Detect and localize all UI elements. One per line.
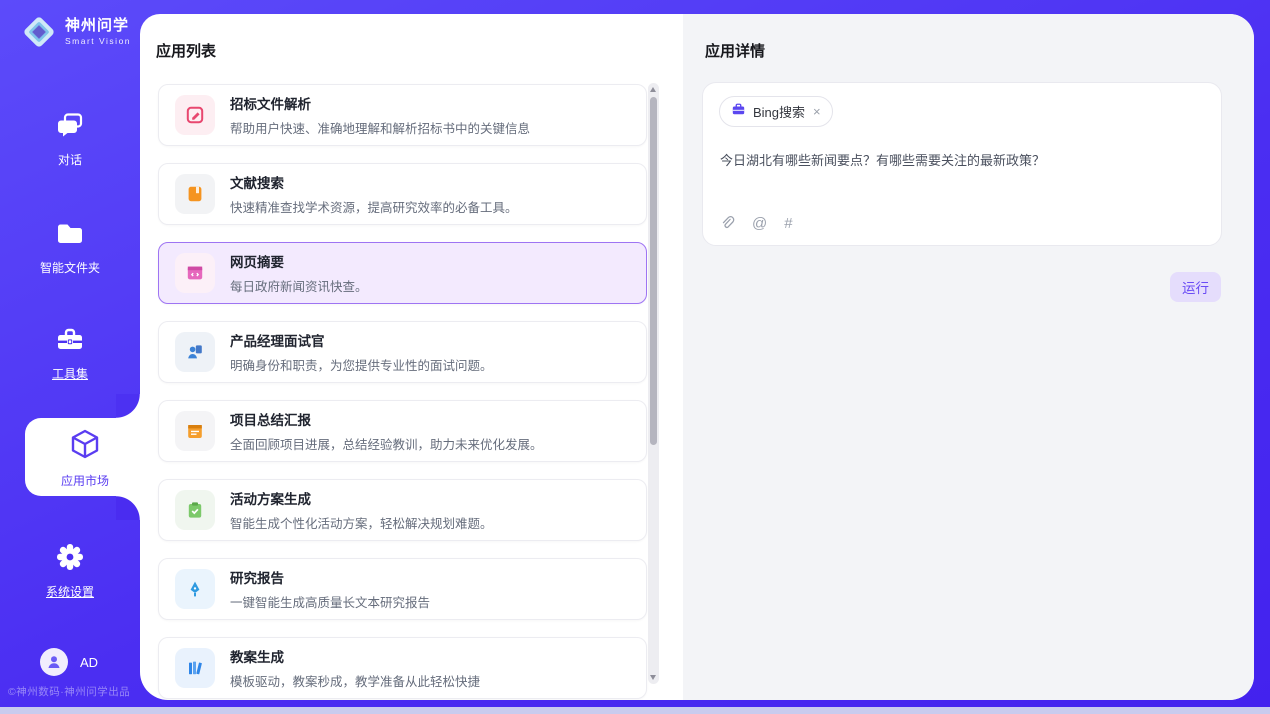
app-card-lesson-plan[interactable]: 教案生成 模板驱动，教案秒成，教学准备从此轻松快捷 — [158, 637, 647, 699]
pen-square-icon — [175, 95, 215, 135]
app-card-title: 产品经理面试官 — [230, 330, 493, 350]
close-icon[interactable]: × — [812, 104, 821, 119]
brand-title: 神州问学 — [65, 18, 131, 35]
sidebar-item-smart-folder[interactable]: 智能文件夹 — [0, 220, 140, 276]
copyright-text: ©神州数码·神州问学出品 — [8, 684, 130, 699]
calendar-icon — [175, 411, 215, 451]
mention-icon[interactable]: @ — [752, 215, 767, 232]
sidebar: 神州问学 Smart Vision 对话 智能文件夹 — [0, 0, 140, 707]
notch-bottom-curve — [116, 496, 140, 520]
gear-icon — [55, 542, 85, 577]
books-icon — [175, 648, 215, 688]
app-list-heading: 应用列表 — [156, 40, 216, 61]
run-button[interactable]: 运行 — [1170, 272, 1221, 302]
query-input[interactable]: 今日湖北有哪些新闻要点？有哪些需要关注的最新政策？ — [720, 151, 1200, 171]
app-card-bid-parse[interactable]: 招标文件解析 帮助用户快速、准确地理解和解析招标书中的关键信息 — [158, 84, 647, 146]
briefcase-icon — [731, 102, 746, 122]
app-card-desc: 每日政府新闻资讯快查。 — [230, 276, 368, 295]
app-card-title: 网页摘要 — [230, 251, 368, 271]
notch-top-curve — [116, 394, 140, 418]
tool-chip-bing-search[interactable]: Bing搜索 × — [719, 96, 833, 127]
scroll-up-arrow-icon[interactable] — [650, 87, 656, 92]
brand-diamond-icon — [20, 13, 58, 51]
cube-icon — [67, 426, 103, 467]
sidebar-item-label: 对话 — [58, 151, 82, 168]
app-list-section: 应用列表 招标文件解析 帮助用户快速、准确地理解和解析招标书中的关键信息 — [140, 14, 683, 700]
user-initials: AD — [80, 655, 98, 670]
app-card-desc: 模板驱动，教案秒成，教学准备从此轻松快捷 — [230, 671, 480, 690]
sidebar-item-label: 工具集 — [52, 365, 88, 382]
app-detail-heading: 应用详情 — [705, 40, 765, 61]
sidebar-item-chat[interactable]: 对话 — [0, 110, 140, 168]
scrollbar-thumb[interactable] — [650, 97, 657, 445]
brand-logo: 神州问学 Smart Vision — [20, 13, 131, 51]
hash-icon[interactable]: # — [784, 215, 792, 232]
app-card-desc: 一键智能生成高质量长文本研究报告 — [230, 592, 430, 611]
app-card-desc: 明确身份和职责，为您提供专业性的面试问题。 — [230, 355, 493, 374]
app-card-title: 文献搜索 — [230, 172, 518, 192]
sidebar-item-app-market[interactable]: 应用市场 — [25, 418, 145, 496]
sidebar-item-label: 系统设置 — [46, 583, 94, 600]
sidebar-item-label: 智能文件夹 — [40, 259, 100, 276]
avatar — [40, 648, 68, 676]
app-card-title: 教案生成 — [230, 646, 480, 666]
book-icon — [175, 174, 215, 214]
composer-card[interactable]: Bing搜索 × 今日湖北有哪些新闻要点？有哪些需要关注的最新政策？ @ # — [702, 82, 1222, 246]
sidebar-item-label: 应用市场 — [61, 472, 109, 489]
interviewer-icon — [175, 332, 215, 372]
clipboard-check-icon — [175, 490, 215, 530]
app-card-research-report[interactable]: 研究报告 一键智能生成高质量长文本研究报告 — [158, 558, 647, 620]
chat-icon — [55, 110, 85, 145]
app-card-desc: 帮助用户快速、准确地理解和解析招标书中的关键信息 — [230, 118, 530, 137]
sidebar-item-toolset[interactable]: 工具集 — [0, 326, 140, 382]
app-card-project-summary[interactable]: 项目总结汇报 全面回顾项目进展，总结经验教训，助力未来优化发展。 — [158, 400, 647, 462]
browser-code-icon — [175, 253, 215, 293]
app-card-title: 招标文件解析 — [230, 93, 530, 113]
app-card-title: 项目总结汇报 — [230, 409, 543, 429]
app-detail-section: 应用详情 Bing搜索 × 今日湖北有哪些新闻要点？有哪些需要关注的最新政策？ — [683, 14, 1254, 700]
user-account[interactable]: AD — [40, 648, 98, 676]
app-card-desc: 智能生成个性化活动方案，轻松解决规划难题。 — [230, 513, 493, 532]
attach-icon[interactable] — [720, 215, 735, 232]
bottom-strip — [0, 707, 1270, 714]
scroll-down-arrow-icon[interactable] — [650, 675, 656, 680]
app-card-event-plan[interactable]: 活动方案生成 智能生成个性化活动方案，轻松解决规划难题。 — [158, 479, 647, 541]
main-panel: 应用列表 招标文件解析 帮助用户快速、准确地理解和解析招标书中的关键信息 — [140, 14, 1254, 700]
ink-pen-icon — [175, 569, 215, 609]
app-card-desc: 全面回顾项目进展，总结经验教训，助力未来优化发展。 — [230, 434, 543, 453]
composer-actions: @ # — [720, 215, 793, 232]
app-card-literature-search[interactable]: 文献搜索 快速精准查找学术资源，提高研究效率的必备工具。 — [158, 163, 647, 225]
sidebar-item-settings[interactable]: 系统设置 — [0, 542, 140, 600]
app-list-scrollbar[interactable] — [648, 83, 659, 684]
toolbox-icon — [55, 326, 85, 359]
app-card-desc: 快速精准查找学术资源，提高研究效率的必备工具。 — [230, 197, 518, 216]
app-card-web-summary[interactable]: 网页摘要 每日政府新闻资讯快查。 — [158, 242, 647, 304]
brand-subtitle: Smart Vision — [65, 37, 131, 46]
app-card-pm-interviewer[interactable]: 产品经理面试官 明确身份和职责，为您提供专业性的面试问题。 — [158, 321, 647, 383]
app-card-title: 研究报告 — [230, 567, 430, 587]
tool-chip-label: Bing搜索 — [753, 102, 805, 121]
folder-icon — [55, 220, 85, 253]
app-card-title: 活动方案生成 — [230, 488, 493, 508]
